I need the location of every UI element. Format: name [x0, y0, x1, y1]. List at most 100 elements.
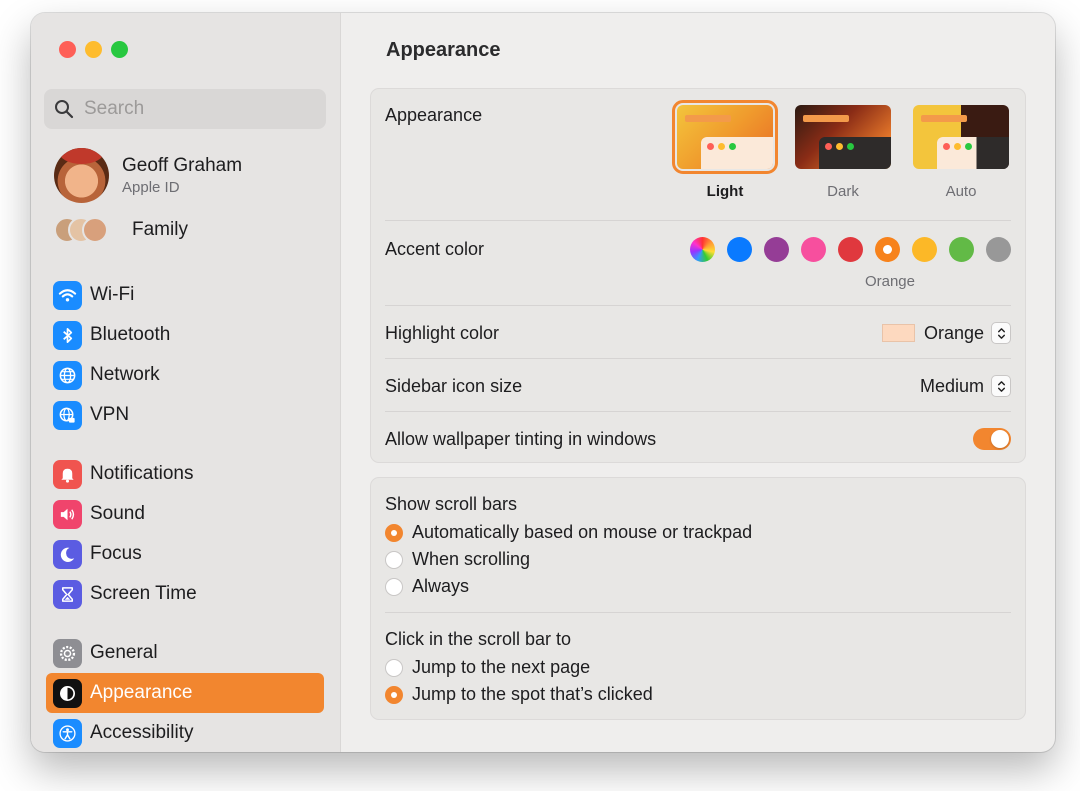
sidebar-item-screen-time[interactable]: Screen Time	[46, 574, 324, 614]
sidebar-item-label: Network	[90, 364, 160, 385]
sidebar-item-bluetooth[interactable]: Bluetooth	[46, 315, 324, 355]
sidebar-item-accessibility[interactable]: Accessibility	[46, 713, 324, 752]
appearance-settings-group: Appearance Light Dark Auto Accent color …	[370, 88, 1026, 463]
sidebar-item-label: Screen Time	[90, 583, 197, 604]
divider	[385, 612, 1011, 613]
appearance-option-dark[interactable]: Dark	[784, 105, 902, 200]
auto-preview-image	[913, 105, 1009, 169]
zoom-button[interactable]	[111, 41, 128, 58]
accent-color-label: Accent color	[385, 238, 485, 259]
dark-preview-image	[795, 105, 891, 169]
accent-swatch-yellow[interactable]	[912, 236, 937, 262]
main-content: Appearance Appearance Light Dark Auto Ac…	[341, 13, 1055, 752]
sidebar-icon-size-value: Medium	[919, 375, 984, 396]
accent-swatch-graphite[interactable]	[986, 236, 1011, 262]
family-avatars	[54, 217, 122, 243]
sidebar-group-general: General Appearance Accessibility	[46, 633, 324, 752]
accent-swatch-blue[interactable]	[727, 236, 752, 262]
bluetooth-icon	[53, 320, 82, 350]
sidebar-item-notifications[interactable]: Notifications	[46, 454, 324, 494]
divider	[385, 220, 1011, 221]
accent-swatch-green[interactable]	[949, 236, 974, 262]
apple-id-profile[interactable]: Geoff Graham Apple ID	[54, 148, 242, 203]
click-option-spot-clicked[interactable]: Jump to the spot that’s clicked	[385, 684, 653, 705]
sidebar-item-wifi[interactable]: Wi-Fi	[46, 275, 324, 315]
sidebar-item-label: Wi-Fi	[90, 284, 135, 305]
sidebar-item-vpn[interactable]: VPN	[46, 395, 324, 435]
sidebar-item-appearance[interactable]: Appearance	[46, 673, 324, 713]
sidebar-item-label: VPN	[90, 404, 130, 425]
sidebar-item-network[interactable]: Network	[46, 355, 324, 395]
window-controls	[59, 41, 128, 58]
sidebar-item-label: Accessibility	[90, 722, 194, 743]
scroll-bars-option-always[interactable]: Always	[385, 576, 469, 597]
divider	[385, 305, 1011, 306]
wallpaper-tinting-toggle[interactable]	[973, 428, 1011, 450]
appearance-icon	[53, 678, 82, 708]
chevron-up-down-icon	[991, 322, 1011, 344]
accent-swatch-purple[interactable]	[764, 236, 789, 262]
radio-button[interactable]	[385, 577, 403, 596]
sidebar-group-network: Wi-Fi Bluetooth Network VPN	[46, 275, 324, 435]
sidebar-item-label: Appearance	[90, 682, 193, 703]
sidebar-item-general[interactable]: General	[46, 633, 324, 673]
click-option-next-page[interactable]: Jump to the next page	[385, 657, 590, 678]
chevron-up-down-icon	[991, 375, 1011, 397]
click-scroll-bar-label: Click in the scroll bar to	[385, 629, 572, 649]
sidebar: Geoff Graham Apple ID Family Wi-Fi Bluet…	[31, 13, 341, 752]
wifi-icon	[53, 280, 82, 310]
sidebar-icon-size-popup[interactable]: Medium	[920, 375, 1011, 397]
accent-color-name: Orange	[864, 273, 915, 290]
accent-swatch-red[interactable]	[838, 236, 863, 262]
sidebar-item-family[interactable]: Family	[54, 217, 188, 243]
radio-button[interactable]	[385, 550, 403, 569]
sidebar-item-label: Bluetooth	[90, 324, 171, 345]
sidebar-icon-size-label: Sidebar icon size	[385, 375, 523, 396]
accent-swatch-pink[interactable]	[801, 236, 826, 262]
radio-button[interactable]	[385, 685, 403, 704]
radio-button[interactable]	[385, 523, 403, 542]
accent-swatch-multicolor[interactable]	[690, 236, 715, 262]
radio-label: Automatically based on mouse or trackpad	[412, 522, 753, 542]
appearance-option-light[interactable]: Light	[666, 100, 784, 200]
settings-window: Geoff Graham Apple ID Family Wi-Fi Bluet…	[31, 13, 1055, 752]
search-input[interactable]	[82, 97, 316, 121]
wallpaper-tinting-label: Allow wallpaper tinting in windows	[385, 428, 657, 449]
avatar	[54, 148, 109, 203]
sidebar-item-label: Focus	[90, 543, 142, 564]
bell-icon	[53, 459, 82, 489]
appearance-option-label: Dark	[827, 183, 859, 200]
highlight-color-popup[interactable]: Orange	[881, 322, 1011, 344]
sidebar-item-sound[interactable]: Sound	[46, 494, 324, 534]
scroll-bar-settings-group: Show scroll bars Automatically based on …	[370, 477, 1026, 720]
globe-icon	[53, 360, 82, 390]
sidebar-item-focus[interactable]: Focus	[46, 534, 324, 574]
highlight-color-value: Orange	[923, 322, 984, 343]
hourglass-icon	[53, 579, 82, 609]
close-button[interactable]	[59, 41, 76, 58]
radio-label: When scrolling	[412, 549, 531, 569]
highlight-color-label: Highlight color	[385, 322, 500, 343]
speaker-icon	[53, 499, 82, 529]
sidebar-item-label: Sound	[90, 503, 145, 524]
radio-button[interactable]	[385, 658, 403, 677]
light-preview-image	[672, 100, 778, 174]
search-field[interactable]	[44, 89, 326, 129]
divider	[385, 411, 1011, 412]
accent-swatch-orange[interactable]	[875, 236, 900, 262]
scroll-bars-option-automatic[interactable]: Automatically based on mouse or trackpad	[385, 522, 752, 543]
accent-color-swatches	[690, 236, 1011, 262]
appearance-option-auto[interactable]: Auto	[902, 105, 1020, 200]
appearance-option-label: Auto	[945, 183, 977, 200]
search-icon	[55, 100, 74, 119]
appearance-label: Appearance	[385, 105, 483, 125]
minimize-button[interactable]	[85, 41, 102, 58]
moon-icon	[53, 539, 82, 569]
scroll-bars-option-when-scrolling[interactable]: When scrolling	[385, 549, 530, 570]
appearance-options: Light Dark Auto	[666, 100, 1020, 200]
sidebar-group-notifications: Notifications Sound Focus Screen Time	[46, 454, 324, 614]
appearance-option-label: Light	[706, 183, 744, 200]
profile-subtitle: Apple ID	[122, 179, 180, 196]
radio-label: Always	[412, 576, 470, 596]
profile-name: Geoff Graham	[122, 155, 243, 176]
